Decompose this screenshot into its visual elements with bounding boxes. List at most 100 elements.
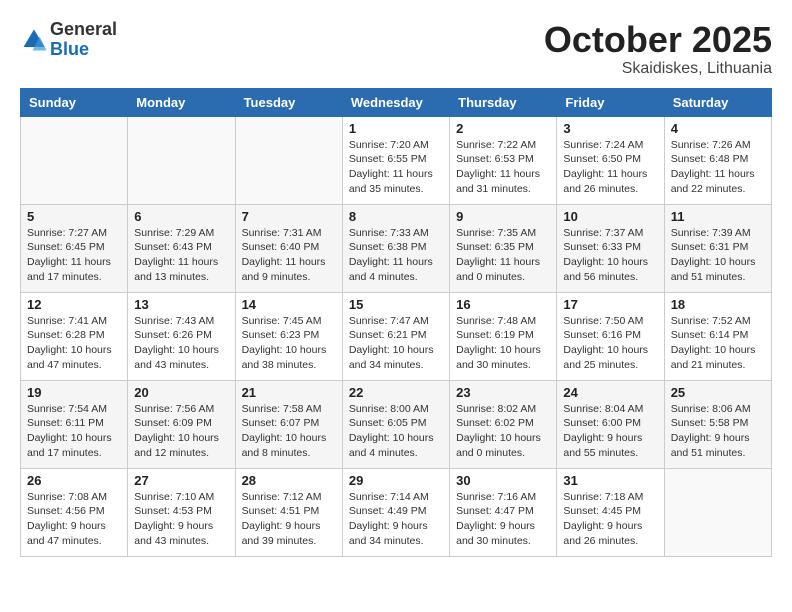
- logo-blue-text: Blue: [50, 40, 117, 60]
- calendar-day-29: 29 Sunrise: 7:14 AM Sunset: 4:49 PM Dayli…: [342, 468, 449, 556]
- day-info: Sunrise: 7:45 AM Sunset: 6:23 PM Dayligh…: [242, 314, 336, 373]
- day-number: 6: [134, 209, 228, 224]
- day-number: 24: [563, 385, 657, 400]
- day-info: Sunrise: 7:47 AM Sunset: 6:21 PM Dayligh…: [349, 314, 443, 373]
- day-number: 30: [456, 473, 550, 488]
- calendar-day-25: 25 Sunrise: 8:06 AM Sunset: 5:58 PM Dayli…: [664, 380, 771, 468]
- calendar-day-9: 9 Sunrise: 7:35 AM Sunset: 6:35 PM Daylig…: [450, 204, 557, 292]
- day-number: 2: [456, 121, 550, 136]
- col-header-friday: Friday: [557, 88, 664, 116]
- day-number: 27: [134, 473, 228, 488]
- day-info: Sunrise: 7:24 AM Sunset: 6:50 PM Dayligh…: [563, 138, 657, 197]
- calendar-week-row: 19Sunrise: 7:54 AM Sunset: 6:11 PM Dayli…: [21, 380, 772, 468]
- day-info: Sunrise: 7:56 AM Sunset: 6:09 PM Dayligh…: [134, 402, 228, 461]
- calendar-day-24: 24 Sunrise: 8:04 AM Sunset: 6:00 PM Dayli…: [557, 380, 664, 468]
- day-number: 20: [134, 385, 228, 400]
- calendar-day-5: 5 Sunrise: 7:27 AM Sunset: 6:45 PM Daylig…: [21, 204, 128, 292]
- day-info: Sunrise: 7:41 AM Sunset: 6:28 PM Dayligh…: [27, 314, 121, 373]
- day-info: Sunrise: 7:48 AM Sunset: 6:19 PM Dayligh…: [456, 314, 550, 373]
- title-block: October 2025 Skaidiskes, Lithuania: [544, 20, 772, 78]
- day-number: 16: [456, 297, 550, 312]
- col-header-saturday: Saturday: [664, 88, 771, 116]
- calendar-week-row: 26 Sunrise: 7:08 AM Sunset: 4:56 PM Dayli…: [21, 468, 772, 556]
- day-number: 4: [671, 121, 765, 136]
- calendar-week-row: 1 Sunrise: 7:20 AM Sunset: 6:55 PM Daylig…: [21, 116, 772, 204]
- day-info: Sunrise: 7:52 AM Sunset: 6:14 PM Dayligh…: [671, 314, 765, 373]
- day-info: Sunrise: 8:02 AM Sunset: 6:02 PM Dayligh…: [456, 402, 550, 461]
- col-header-tuesday: Tuesday: [235, 88, 342, 116]
- calendar-empty-cell: [664, 468, 771, 556]
- day-info: Sunrise: 7:50 AM Sunset: 6:16 PM Dayligh…: [563, 314, 657, 373]
- day-info: Sunrise: 7:16 AM Sunset: 4:47 PM Dayligh…: [456, 490, 550, 549]
- calendar-empty-cell: [235, 116, 342, 204]
- col-header-thursday: Thursday: [450, 88, 557, 116]
- day-info: Sunrise: 7:08 AM Sunset: 4:56 PM Dayligh…: [27, 490, 121, 549]
- logo-icon: [20, 26, 48, 54]
- calendar-day-11: 11 Sunrise: 7:39 AM Sunset: 6:31 PM Dayli…: [664, 204, 771, 292]
- calendar-day-19: 19Sunrise: 7:54 AM Sunset: 6:11 PM Dayli…: [21, 380, 128, 468]
- day-info: Sunrise: 8:04 AM Sunset: 6:00 PM Dayligh…: [563, 402, 657, 461]
- calendar-day-4: 4 Sunrise: 7:26 AM Sunset: 6:48 PM Daylig…: [664, 116, 771, 204]
- day-info: Sunrise: 7:35 AM Sunset: 6:35 PM Dayligh…: [456, 226, 550, 285]
- day-number: 9: [456, 209, 550, 224]
- day-info: Sunrise: 7:39 AM Sunset: 6:31 PM Dayligh…: [671, 226, 765, 285]
- day-info: Sunrise: 7:12 AM Sunset: 4:51 PM Dayligh…: [242, 490, 336, 549]
- calendar-day-30: 30 Sunrise: 7:16 AM Sunset: 4:47 PM Dayli…: [450, 468, 557, 556]
- page-header: General Blue October 2025 Skaidiskes, Li…: [20, 20, 772, 78]
- calendar-day-21: 21 Sunrise: 7:58 AM Sunset: 6:07 PM Dayli…: [235, 380, 342, 468]
- calendar-day-3: 3Sunrise: 7:24 AM Sunset: 6:50 PM Daylig…: [557, 116, 664, 204]
- day-number: 23: [456, 385, 550, 400]
- day-number: 22: [349, 385, 443, 400]
- calendar-day-15: 15Sunrise: 7:47 AM Sunset: 6:21 PM Dayli…: [342, 292, 449, 380]
- calendar-header-row: SundayMondayTuesdayWednesdayThursdayFrid…: [21, 88, 772, 116]
- month-title: October 2025: [544, 20, 772, 60]
- calendar-day-23: 23 Sunrise: 8:02 AM Sunset: 6:02 PM Dayli…: [450, 380, 557, 468]
- day-number: 10: [563, 209, 657, 224]
- calendar-day-26: 26 Sunrise: 7:08 AM Sunset: 4:56 PM Dayli…: [21, 468, 128, 556]
- day-number: 29: [349, 473, 443, 488]
- day-number: 26: [27, 473, 121, 488]
- day-info: Sunrise: 8:00 AM Sunset: 6:05 PM Dayligh…: [349, 402, 443, 461]
- calendar-day-2: 2 Sunrise: 7:22 AM Sunset: 6:53 PM Daylig…: [450, 116, 557, 204]
- day-number: 5: [27, 209, 121, 224]
- calendar-day-6: 6 Sunrise: 7:29 AM Sunset: 6:43 PM Daylig…: [128, 204, 235, 292]
- day-number: 12: [27, 297, 121, 312]
- day-info: Sunrise: 7:58 AM Sunset: 6:07 PM Dayligh…: [242, 402, 336, 461]
- day-number: 28: [242, 473, 336, 488]
- calendar-day-1: 1 Sunrise: 7:20 AM Sunset: 6:55 PM Daylig…: [342, 116, 449, 204]
- day-number: 14: [242, 297, 336, 312]
- day-info: Sunrise: 7:20 AM Sunset: 6:55 PM Dayligh…: [349, 138, 443, 197]
- calendar-empty-cell: [21, 116, 128, 204]
- day-number: 17: [563, 297, 657, 312]
- day-info: Sunrise: 7:26 AM Sunset: 6:48 PM Dayligh…: [671, 138, 765, 197]
- day-number: 21: [242, 385, 336, 400]
- calendar-day-16: 16 Sunrise: 7:48 AM Sunset: 6:19 PM Dayli…: [450, 292, 557, 380]
- calendar-day-22: 22 Sunrise: 8:00 AM Sunset: 6:05 PM Dayli…: [342, 380, 449, 468]
- day-info: Sunrise: 7:22 AM Sunset: 6:53 PM Dayligh…: [456, 138, 550, 197]
- calendar-week-row: 12 Sunrise: 7:41 AM Sunset: 6:28 PM Dayli…: [21, 292, 772, 380]
- day-number: 19: [27, 385, 121, 400]
- calendar-day-18: 18Sunrise: 7:52 AM Sunset: 6:14 PM Dayli…: [664, 292, 771, 380]
- calendar-day-13: 13Sunrise: 7:43 AM Sunset: 6:26 PM Dayli…: [128, 292, 235, 380]
- col-header-monday: Monday: [128, 88, 235, 116]
- calendar-day-17: 17 Sunrise: 7:50 AM Sunset: 6:16 PM Dayli…: [557, 292, 664, 380]
- calendar-table: SundayMondayTuesdayWednesdayThursdayFrid…: [20, 88, 772, 557]
- day-number: 25: [671, 385, 765, 400]
- day-number: 13: [134, 297, 228, 312]
- day-info: Sunrise: 7:14 AM Sunset: 4:49 PM Dayligh…: [349, 490, 443, 549]
- calendar-day-10: 10 Sunrise: 7:37 AM Sunset: 6:33 PM Dayli…: [557, 204, 664, 292]
- calendar-day-20: 20 Sunrise: 7:56 AM Sunset: 6:09 PM Dayli…: [128, 380, 235, 468]
- day-info: Sunrise: 8:06 AM Sunset: 5:58 PM Dayligh…: [671, 402, 765, 461]
- col-header-wednesday: Wednesday: [342, 88, 449, 116]
- calendar-day-8: 8Sunrise: 7:33 AM Sunset: 6:38 PM Daylig…: [342, 204, 449, 292]
- calendar-day-28: 28 Sunrise: 7:12 AM Sunset: 4:51 PM Dayli…: [235, 468, 342, 556]
- calendar-day-12: 12 Sunrise: 7:41 AM Sunset: 6:28 PM Dayli…: [21, 292, 128, 380]
- day-number: 7: [242, 209, 336, 224]
- day-number: 31: [563, 473, 657, 488]
- day-number: 1: [349, 121, 443, 136]
- day-number: 11: [671, 209, 765, 224]
- day-info: Sunrise: 7:29 AM Sunset: 6:43 PM Dayligh…: [134, 226, 228, 285]
- day-info: Sunrise: 7:37 AM Sunset: 6:33 PM Dayligh…: [563, 226, 657, 285]
- day-info: Sunrise: 7:31 AM Sunset: 6:40 PM Dayligh…: [242, 226, 336, 285]
- day-info: Sunrise: 7:27 AM Sunset: 6:45 PM Dayligh…: [27, 226, 121, 285]
